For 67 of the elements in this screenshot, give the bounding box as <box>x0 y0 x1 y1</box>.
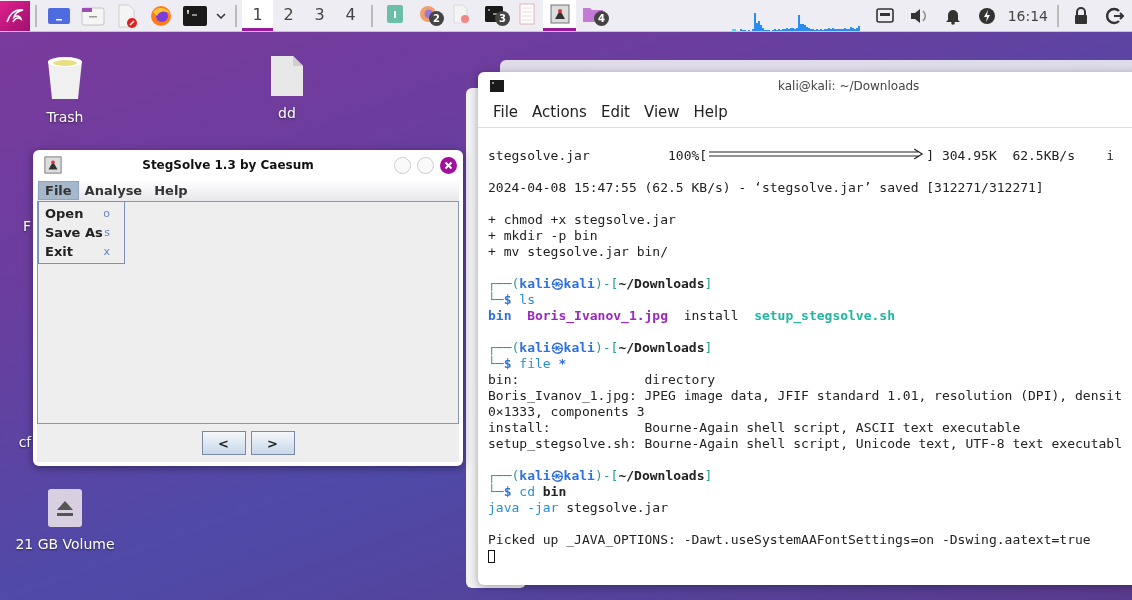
terminal-line: └─$ ls <box>488 292 536 308</box>
icon-label[interactable]: cf <box>18 434 32 450</box>
terminal-line: 0×1333, components 3 <box>488 404 646 420</box>
terminal-line: + mkdir -p bin <box>488 228 599 244</box>
menu-item[interactable]: Analyse <box>78 182 149 199</box>
nav-button[interactable]: > <box>250 431 295 455</box>
menu-item[interactable]: Help <box>148 182 194 199</box>
count-badge: 2 <box>429 11 444 26</box>
window-title: kali@kali: ~/Downloads <box>778 79 920 93</box>
terminal-line: setup_stegsolve.sh: Bourne-Again shell script, Unicode text, UTF-8 text executabl <box>488 436 1123 452</box>
terminal-line: + mv stegsolve.jar bin/ <box>488 244 669 260</box>
task-button[interactable] <box>543 0 576 31</box>
terminal-line: bin Boris_Ivanov_1.jpg install setup_stegsolve.sh <box>488 308 896 324</box>
menu-item[interactable]: Actions <box>525 103 594 127</box>
trash-icon[interactable] <box>45 55 85 101</box>
menu-item[interactable]: Open <box>45 206 84 221</box>
menu-item[interactable]: Edit <box>593 103 637 127</box>
terminal-text: ] 304.95K 62.5KB/s i <box>926 148 1115 164</box>
shortcut-key: x <box>103 245 110 258</box>
icon-label[interactable]: 21 GB Volume <box>15 536 115 552</box>
terminal-line: + chmod +x stegsolve.jar <box>488 212 677 228</box>
terminal-text: stegsolve.jar 100%[ <box>488 148 708 164</box>
terminal-line: Boris_Ivanov_1.jpg: JPEG image data, JFIF standard 1.01, resolution (DPI), densit <box>488 388 1123 404</box>
logo-icon[interactable] <box>0 0 30 31</box>
terminal-line: └─$ file * <box>488 356 568 372</box>
workspace-tab[interactable]: 4 <box>335 0 366 31</box>
workspace-tab[interactable]: 1 <box>242 0 273 31</box>
count-badge: 3 <box>495 11 510 26</box>
task-button[interactable]: 3 <box>477 0 510 31</box>
shortcut-key: s <box>104 226 110 239</box>
icon-label[interactable]: dd <box>278 105 296 121</box>
terminal-line: Picked up _JAVA_OPTIONS: -Dawt.useSystemAAFontSettings=on -Dswing.aatext=true <box>488 532 1092 548</box>
shortcut-key: o <box>103 207 110 220</box>
clock[interactable]: 16:14 <box>1007 7 1048 24</box>
terminal-line: ┌──(kali㉿kali)-[~/Downloads] <box>488 340 714 356</box>
terminal-line: ┌──(kali㉿kali)-[~/Downloads] <box>488 468 714 484</box>
terminal-line: ┌──(kali㉿kali)-[~/Downloads] <box>488 276 714 292</box>
menu-item[interactable]: Help <box>686 103 735 127</box>
workspace-tab[interactable]: 2 <box>273 0 304 31</box>
terminal-line: └─$ cd bin <box>488 484 568 500</box>
nav-button[interactable]: < <box>201 431 246 455</box>
task-button[interactable]: 4 <box>576 0 609 31</box>
drive-icon[interactable] <box>47 488 83 528</box>
terminal-line: java -jar stegsolve.jar <box>488 500 670 516</box>
terminal-line: install: Bourne-Again shell script, ASCII text executable <box>488 420 1022 436</box>
menu-item[interactable]: Exit <box>45 244 73 259</box>
menu-item[interactable]: File <box>38 181 79 200</box>
icon-label[interactable]: Trash <box>46 109 84 125</box>
terminal-line: 2024-04-08 15:47:55 (62.5 KB/s) - ‘stegsolve.jar’ saved [312271/312271] <box>488 180 1045 196</box>
file-icon[interactable] <box>270 55 304 97</box>
terminal-cursor <box>488 549 495 563</box>
window-title: StegSolve 1.3 by Caesum <box>141 158 315 172</box>
note-icon <box>384 3 405 25</box>
close-button[interactable] <box>440 156 457 174</box>
terminal-icon <box>490 80 504 92</box>
terminal-line: bin: directory <box>488 372 716 388</box>
app-icon <box>549 4 570 24</box>
icon-label[interactable]: F <box>22 218 32 234</box>
count-badge: 4 <box>594 11 609 26</box>
menu-item[interactable]: View <box>636 103 687 127</box>
workspace-tab[interactable]: 3 <box>304 0 335 31</box>
menu-item[interactable]: File <box>486 103 526 127</box>
task-button[interactable]: 2 <box>411 0 444 31</box>
text-editor-icon <box>451 4 470 24</box>
app-icon <box>44 156 62 174</box>
menu-item[interactable]: Save As <box>45 225 103 240</box>
document-icon <box>518 3 535 25</box>
